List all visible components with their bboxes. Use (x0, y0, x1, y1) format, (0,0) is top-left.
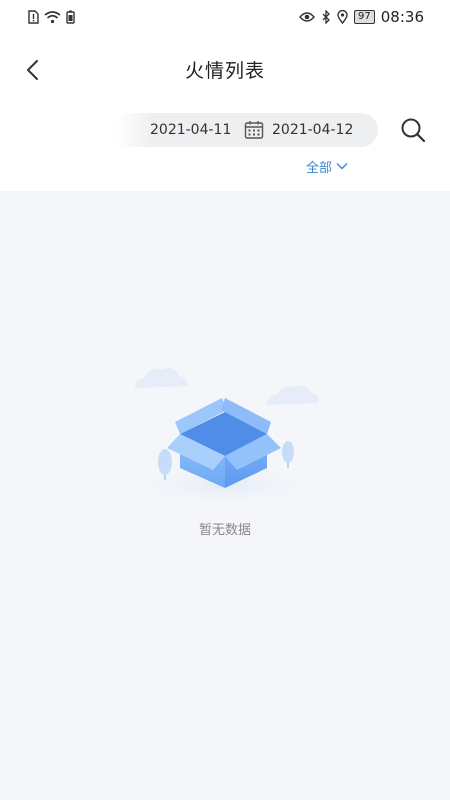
status-bar: 97 08:36 (0, 0, 450, 34)
location-icon (337, 10, 348, 24)
category-dropdown-label: 全部 (306, 160, 333, 176)
app-header: 火情列表 (0, 48, 450, 92)
page-title: 火情列表 (184, 60, 265, 82)
bluetooth-icon (322, 10, 330, 24)
calendar-icon[interactable] (244, 120, 264, 140)
empty-box-illustration (130, 368, 320, 505)
eye-icon (299, 12, 315, 22)
battery-saver-icon (66, 10, 75, 24)
end-date-value[interactable]: 2021-04-12 (272, 122, 353, 138)
sim-alert-icon (28, 10, 39, 24)
chevron-down-icon (336, 163, 348, 170)
empty-state-message: 暂无数据 (198, 523, 251, 538)
status-right-icons: 97 08:36 (299, 8, 424, 26)
start-date-value[interactable]: 2021-04-11 (150, 122, 231, 138)
wifi-icon (44, 11, 61, 24)
status-left-icons (28, 9, 75, 25)
battery-level: 97 (354, 10, 375, 24)
search-icon[interactable] (400, 117, 426, 143)
category-dropdown[interactable]: 全部 (306, 156, 348, 176)
status-time: 08:36 (380, 8, 424, 26)
date-range-fade (112, 113, 154, 147)
